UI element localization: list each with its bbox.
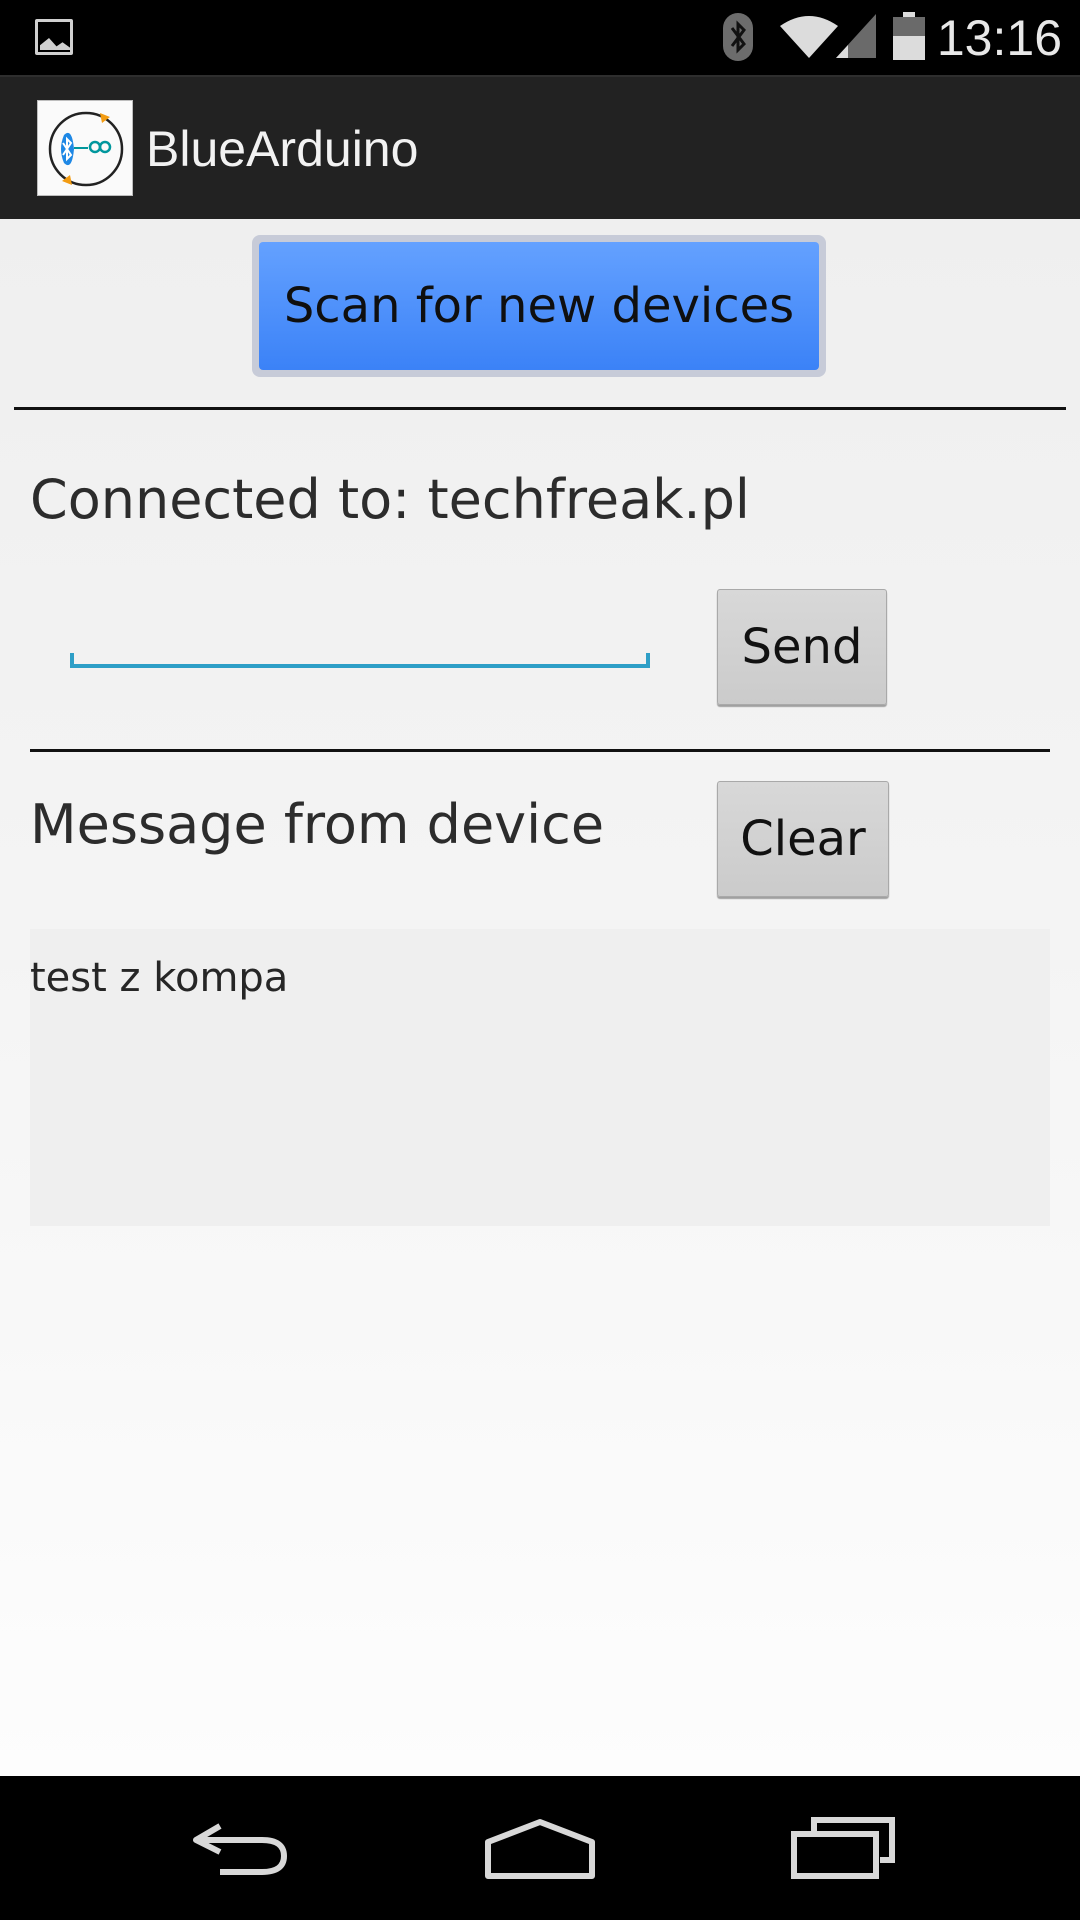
scan-button-frame: Scan for new devices <box>252 235 826 377</box>
home-icon[interactable] <box>484 1818 596 1880</box>
app-logo-icon[interactable] <box>37 100 133 196</box>
status-bar: 13:16 <box>0 0 1080 75</box>
scan-devices-button[interactable]: Scan for new devices <box>259 242 819 370</box>
app-title: BlueArduino <box>146 121 419 177</box>
message-section-label: Message from device <box>30 793 605 856</box>
input-underline-right-tick <box>646 653 650 668</box>
send-button[interactable]: Send <box>717 589 887 705</box>
divider <box>14 407 1066 410</box>
received-message-box[interactable]: test z kompa <box>30 929 1050 1226</box>
message-input[interactable] <box>70 594 650 668</box>
input-underline-left-tick <box>70 653 74 668</box>
bluetooth-icon <box>723 13 753 61</box>
navigation-bar <box>0 1776 1080 1920</box>
clear-button[interactable]: Clear <box>717 781 889 897</box>
connection-status-label: Connected to: techfreak.pl <box>30 468 750 531</box>
battery-icon <box>893 12 925 60</box>
wifi-icon <box>780 16 838 58</box>
status-time: 13:16 <box>936 10 1062 66</box>
gallery-notification-icon <box>35 19 73 55</box>
back-icon[interactable] <box>190 1818 290 1878</box>
recents-icon[interactable] <box>790 1816 896 1880</box>
action-bar: BlueArduino <box>0 75 1080 219</box>
received-message-text: test z kompa <box>30 955 289 1001</box>
cell-signal-icon <box>836 14 876 58</box>
main-content: Scan for new devices Connected to: techf… <box>0 219 1080 1776</box>
divider <box>30 749 1050 752</box>
